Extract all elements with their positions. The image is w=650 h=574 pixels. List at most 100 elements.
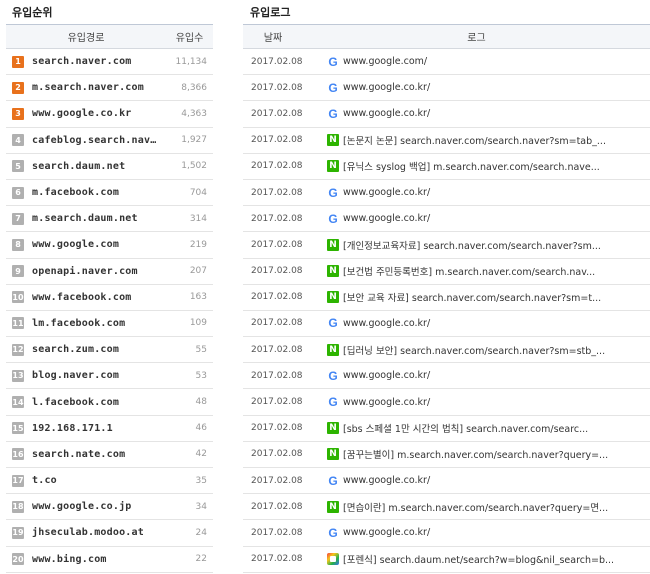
rank-row[interactable]: 8 www.google.com 219 (6, 232, 213, 259)
rank-row[interactable]: 12 search.zum.com 55 (6, 337, 213, 364)
rank-row[interactable]: 3 www.google.co.kr 4,363 (6, 101, 213, 128)
referrer-domain[interactable]: m.search.daum.net (32, 213, 160, 224)
log-row[interactable]: 2017.02.08 N [sbs 스페셜 1만 시간의 법칙] search.na… (243, 416, 650, 442)
log-entry-link[interactable]: www.google.co.kr/ (343, 475, 650, 486)
referrer-domain[interactable]: www.google.com (32, 239, 160, 250)
rank-number-badge: 10 (12, 291, 24, 304)
log-date: 2017.02.08 (251, 370, 303, 381)
rank-row[interactable]: 18 www.google.co.jp 34 (6, 494, 213, 521)
referrer-domain[interactable]: search.naver.com (32, 56, 160, 67)
log-row[interactable]: 2017.02.08 N [보안 교육 자료] search.naver.com/s… (243, 285, 650, 311)
log-row[interactable]: 2017.02.08 Gwww.google.co.kr/ (243, 101, 650, 128)
log-entry-link[interactable]: [개인정보교육자료] search.naver.com/search.naver… (343, 238, 650, 252)
log-date: 2017.02.08 (251, 239, 303, 250)
rank-row[interactable]: 11 lm.facebook.com 109 (6, 311, 213, 338)
rank-row[interactable]: 5 search.daum.net 1,502 (6, 154, 213, 180)
log-row[interactable]: 2017.02.08 Gwww.google.co.kr/ (243, 389, 650, 416)
log-entry-link[interactable]: www.google.co.kr/ (343, 527, 650, 538)
log-entry-link[interactable]: [딥러닝 보안] search.naver.com/search.naver?s… (343, 343, 650, 357)
rank-row[interactable]: 7 m.search.daum.net 314 (6, 206, 213, 233)
rank-row[interactable]: 4 cafeblog.search.naver.com 1,927 (6, 128, 213, 154)
referrer-domain[interactable]: www.bing.com (32, 554, 160, 565)
rank-row[interactable]: 17 t.co 35 (6, 468, 213, 495)
log-entry-link[interactable]: [꿈꾸는별이] m.search.naver.com/search.naver?… (343, 447, 650, 461)
log-row[interactable]: 2017.02.08 Gwww.google.co.kr/ (243, 180, 650, 207)
log-entry-link[interactable]: www.google.co.kr/ (343, 187, 650, 198)
referrer-domain[interactable]: search.zum.com (32, 344, 160, 355)
log-entry-link[interactable]: [sbs 스페셜 1만 시간의 법칙] search.naver.com/sea… (343, 421, 650, 435)
rank-number-badge: 12 (12, 343, 24, 356)
log-row[interactable]: 2017.02.08 Gwww.google.co.kr/ (243, 75, 650, 102)
log-date: 2017.02.08 (251, 527, 303, 538)
rank-number-badge: 13 (12, 369, 24, 382)
log-entry-link[interactable]: [논문지 논문] search.naver.com/search.naver?s… (343, 133, 650, 147)
referrer-domain[interactable]: www.google.co.kr (32, 108, 160, 119)
log-row[interactable]: 2017.02.08 Gwww.google.co.kr/ (243, 206, 650, 233)
rank-row[interactable]: 15 192.168.171.1 46 (6, 416, 213, 442)
referrer-domain[interactable]: m.facebook.com (32, 187, 160, 198)
log-entry-link[interactable]: www.google.co.kr/ (343, 370, 650, 381)
referrer-domain[interactable]: blog.naver.com (32, 370, 160, 381)
log-entry-link[interactable]: www.google.co.kr/ (343, 318, 650, 329)
log-entry-link[interactable]: www.google.co.kr/ (343, 397, 650, 408)
referrer-domain[interactable]: www.facebook.com (32, 292, 160, 303)
log-row[interactable]: 2017.02.08 Gwww.google.co.kr/ (243, 520, 650, 547)
rank-table: 유입경로 유입수 1 search.naver.com 11,134 2 m.searc… (6, 24, 213, 573)
referrer-domain[interactable]: openapi.naver.com (32, 266, 160, 277)
referrer-domain[interactable]: www.google.co.jp (32, 501, 160, 512)
rank-row[interactable]: 19 jhseculab.modoo.at 24 (6, 520, 213, 547)
rank-row[interactable]: 20 www.bing.com 22 (6, 547, 213, 573)
visit-count: 163 (189, 292, 207, 303)
log-entry-link[interactable]: [면습이란] m.search.naver.com/search.naver?q… (343, 500, 650, 514)
log-entry-link[interactable]: www.google.com/ (343, 56, 650, 67)
referrer-domain[interactable]: m.search.naver.com (32, 82, 160, 93)
log-row[interactable]: 2017.02.08 N [개인정보교육자료] search.naver.com/s… (243, 232, 650, 259)
log-row[interactable]: 2017.02.08 N [논문지 논문] search.naver.com/sea… (243, 128, 650, 154)
log-date: 2017.02.08 (251, 475, 303, 486)
log-row[interactable]: 2017.02.08 N [면습이란] m.search.naver.com/sea… (243, 494, 650, 521)
referrer-domain[interactable]: lm.facebook.com (32, 318, 160, 329)
rank-row[interactable]: 1 search.naver.com 11,134 (6, 49, 213, 76)
rank-number-badge: 2 (12, 81, 24, 94)
log-row[interactable]: 2017.02.08 Gwww.google.co.kr/ (243, 363, 650, 390)
rank-number-badge: 3 (12, 107, 24, 120)
rank-number-badge: 11 (12, 317, 24, 330)
log-row[interactable]: 2017.02.08 Gwww.google.com/ (243, 49, 650, 76)
rank-row[interactable]: 2 m.search.naver.com 8,366 (6, 75, 213, 102)
visit-count: 35 (195, 475, 207, 486)
rank-number-badge: 1 (12, 55, 24, 68)
log-entry-link[interactable]: www.google.co.kr/ (343, 213, 650, 224)
log-entry-link[interactable]: [유닉스 syslog 백업] m.search.naver.com/searc… (343, 159, 650, 173)
rank-row[interactable]: 16 search.nate.com 42 (6, 442, 213, 468)
log-date: 2017.02.08 (251, 318, 303, 329)
rank-row[interactable]: 13 blog.naver.com 53 (6, 363, 213, 390)
log-row[interactable]: 2017.02.08 Gwww.google.co.kr/ (243, 468, 650, 495)
log-date: 2017.02.08 (251, 292, 303, 303)
referrer-domain[interactable]: search.nate.com (32, 449, 160, 460)
referrer-domain[interactable]: 192.168.171.1 (32, 423, 160, 434)
referrer-domain[interactable]: cafeblog.search.naver.com (32, 135, 160, 146)
referrer-domain[interactable]: jhseculab.modoo.at (32, 527, 160, 538)
log-row[interactable]: 2017.02.08 N [딥러닝 보안] search.naver.com/sea… (243, 337, 650, 364)
log-entry-link[interactable]: [포렌식] search.daum.net/search?w=blog&nil_… (343, 552, 650, 566)
log-row[interactable]: 2017.02.08 N [유닉스 syslog 백업] m.search.nave… (243, 154, 650, 180)
log-entry-link[interactable]: [보안 교육 자료] search.naver.com/search.naver… (343, 290, 650, 304)
rank-row[interactable]: 9 openapi.naver.com 207 (6, 259, 213, 285)
referrer-domain[interactable]: l.facebook.com (32, 397, 160, 408)
log-entry-link[interactable]: [보건법 주민등록번호] m.search.naver.com/search.n… (343, 264, 650, 278)
rank-row[interactable]: 14 l.facebook.com 48 (6, 389, 213, 416)
log-entry-link[interactable]: www.google.co.kr/ (343, 82, 650, 93)
rank-number-badge: 15 (12, 422, 24, 435)
log-entry-link[interactable]: www.google.co.kr/ (343, 108, 650, 119)
log-row[interactable]: 2017.02.08 N [꿈꾸는별이] m.search.naver.com/se… (243, 442, 650, 468)
rank-row[interactable]: 10 www.facebook.com 163 (6, 285, 213, 311)
rank-number-badge: 6 (12, 186, 24, 199)
log-row[interactable]: 2017.02.08 Gwww.google.co.kr/ (243, 311, 650, 338)
log-row[interactable]: 2017.02.08 N [보건법 주민등록번호] m.search.naver.c… (243, 259, 650, 285)
log-row[interactable]: 2017.02.08 [포렌식] search.daum.net/search?w… (243, 547, 650, 573)
rank-row[interactable]: 6 m.facebook.com 704 (6, 180, 213, 207)
referrer-domain[interactable]: t.co (32, 475, 160, 486)
visit-count: 1,927 (181, 135, 207, 146)
naver-icon: N (327, 238, 339, 251)
referrer-domain[interactable]: search.daum.net (32, 161, 160, 172)
